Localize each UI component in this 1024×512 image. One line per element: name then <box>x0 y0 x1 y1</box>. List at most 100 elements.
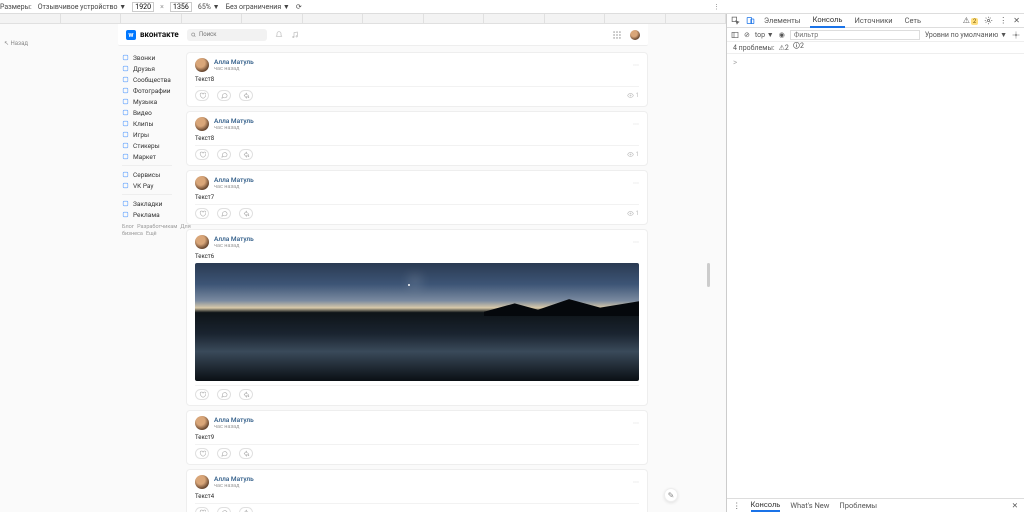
console-output[interactable]: > <box>727 54 1024 498</box>
sidebar-item[interactable]: Игры <box>118 129 176 140</box>
post-time: час назад <box>214 66 254 72</box>
post-author[interactable]: Алла Матуль <box>214 58 254 66</box>
comment-button[interactable] <box>217 507 231 512</box>
sidebar-item-label: Реклама <box>133 211 160 219</box>
post-menu-icon[interactable]: ⋯ <box>633 420 639 427</box>
like-button[interactable] <box>195 149 209 160</box>
sidebar-item[interactable]: Фотографии <box>118 85 176 96</box>
tab-network[interactable]: Сеть <box>902 14 925 27</box>
sidebar-item[interactable]: Музыка <box>118 96 176 107</box>
scroll-top-button[interactable]: ✎ <box>664 488 678 502</box>
post-author[interactable]: Алла Матуль <box>214 176 254 184</box>
comment-button[interactable] <box>217 149 231 160</box>
post-menu-icon[interactable]: ⋯ <box>633 121 639 128</box>
drawer-tab-console[interactable]: Консоль <box>751 500 781 512</box>
viewport-width-input[interactable] <box>132 2 154 12</box>
console-settings-icon[interactable] <box>1012 31 1020 39</box>
post-author[interactable]: Алла Матуль <box>214 117 254 125</box>
devtools-drawer-tabs: ⋮ Консоль What's New Проблемы ✕ <box>727 498 1024 512</box>
music-icon[interactable] <box>291 31 299 39</box>
comment-button[interactable] <box>217 389 231 400</box>
post-time: час назад <box>214 424 254 430</box>
drawer-menu-icon[interactable]: ⋮ <box>733 501 741 510</box>
console-toolbar: ⊘ top ▼ ◉ Уровни по умолчанию ▼ <box>727 28 1024 42</box>
sidebar-item-label: Музыка <box>133 98 157 106</box>
sidebar-toggle-icon[interactable] <box>731 31 739 39</box>
settings-icon[interactable] <box>984 16 993 25</box>
post-avatar[interactable] <box>195 416 209 430</box>
post-avatar[interactable] <box>195 58 209 72</box>
search-input[interactable] <box>199 31 263 38</box>
nav-icon <box>122 98 129 105</box>
share-button[interactable] <box>239 389 253 400</box>
inspect-icon[interactable] <box>731 16 740 25</box>
sidebar-item[interactable]: Звонки <box>118 52 176 63</box>
like-button[interactable] <box>195 507 209 512</box>
post-author[interactable]: Алла Матуль <box>214 475 254 483</box>
rotate-icon[interactable]: ⟳ <box>296 3 302 11</box>
services-grid-icon[interactable] <box>612 30 622 40</box>
drawer-close-icon[interactable]: ✕ <box>1012 501 1018 510</box>
comment-button[interactable] <box>217 448 231 459</box>
log-levels-select[interactable]: Уровни по умолчанию ▼ <box>925 31 1007 39</box>
sidebar-item[interactable]: Закладки <box>118 198 176 209</box>
warnings-badge[interactable]: ⚠2 <box>963 16 979 25</box>
devtools-menu-icon[interactable]: ⋮ <box>999 16 1007 25</box>
like-button[interactable] <box>195 448 209 459</box>
sidebar-item[interactable]: VK Pay <box>118 180 176 191</box>
viewport-height-input[interactable] <box>170 2 192 12</box>
post-avatar[interactable] <box>195 475 209 489</box>
sidebar-item[interactable]: Клипы <box>118 118 176 129</box>
share-button[interactable] <box>239 208 253 219</box>
sidebar-item[interactable]: Маркет <box>118 151 176 162</box>
share-button[interactable] <box>239 90 253 101</box>
comment-button[interactable] <box>217 208 231 219</box>
post-menu-icon[interactable]: ⋯ <box>633 62 639 69</box>
device-toggle-icon[interactable] <box>746 16 755 25</box>
drawer-tab-issues[interactable]: Проблемы <box>839 501 877 510</box>
like-button[interactable] <box>195 389 209 400</box>
post-menu-icon[interactable]: ⋯ <box>633 239 639 246</box>
device-select[interactable]: Отзывчивое устройство ▼ <box>38 3 126 11</box>
profile-avatar[interactable] <box>630 30 640 40</box>
sidebar-item[interactable]: Реклама <box>118 209 176 220</box>
post-avatar[interactable] <box>195 176 209 190</box>
issues-bar[interactable]: 4 проблемы: ⚠2 🛈2 <box>727 42 1024 54</box>
sidebar-item[interactable]: Стикеры <box>118 140 176 151</box>
sidebar-item[interactable]: Видео <box>118 107 176 118</box>
like-button[interactable] <box>195 208 209 219</box>
post-avatar[interactable] <box>195 117 209 131</box>
post-menu-icon[interactable]: ⋯ <box>633 479 639 486</box>
tab-elements[interactable]: Элементы <box>761 14 804 27</box>
search-box[interactable] <box>187 29 267 41</box>
share-button[interactable] <box>239 448 253 459</box>
comment-button[interactable] <box>217 90 231 101</box>
throttle-select[interactable]: Без ограничения ▼ <box>226 3 290 11</box>
post-menu-icon[interactable]: ⋯ <box>633 180 639 187</box>
devtools-close-icon[interactable]: ✕ <box>1013 16 1020 25</box>
share-button[interactable] <box>239 149 253 160</box>
post-author[interactable]: Алла Матуль <box>214 416 254 424</box>
share-button[interactable] <box>239 507 253 512</box>
sidebar-item[interactable]: Друзья <box>118 63 176 74</box>
clear-console-icon[interactable]: ⊘ <box>744 31 750 39</box>
post-image[interactable] <box>195 263 639 381</box>
console-filter-input[interactable] <box>790 30 920 40</box>
tab-sources[interactable]: Источники <box>851 14 895 27</box>
brand-logo[interactable]: w вконтакте <box>126 30 179 40</box>
context-select[interactable]: top ▼ <box>755 31 774 39</box>
live-expression-icon[interactable]: ◉ <box>779 31 785 39</box>
zoom-select[interactable]: 65% ▼ <box>198 3 220 11</box>
tab-console[interactable]: Консоль <box>810 13 846 28</box>
sidebar-item[interactable]: Сервисы <box>118 169 176 180</box>
post-avatar[interactable] <box>195 235 209 249</box>
drawer-tab-whatsnew[interactable]: What's New <box>790 501 829 510</box>
like-button[interactable] <box>195 90 209 101</box>
device-menu-icon[interactable]: ⋮ <box>707 3 726 11</box>
post-author[interactable]: Алла Матуль <box>214 235 254 243</box>
back-link[interactable]: ↖ Назад <box>4 40 28 47</box>
bell-icon[interactable] <box>275 31 283 39</box>
nav-icon <box>122 87 129 94</box>
sidebar-item[interactable]: Сообщества <box>118 74 176 85</box>
viewport-resize-handle[interactable] <box>707 263 710 287</box>
